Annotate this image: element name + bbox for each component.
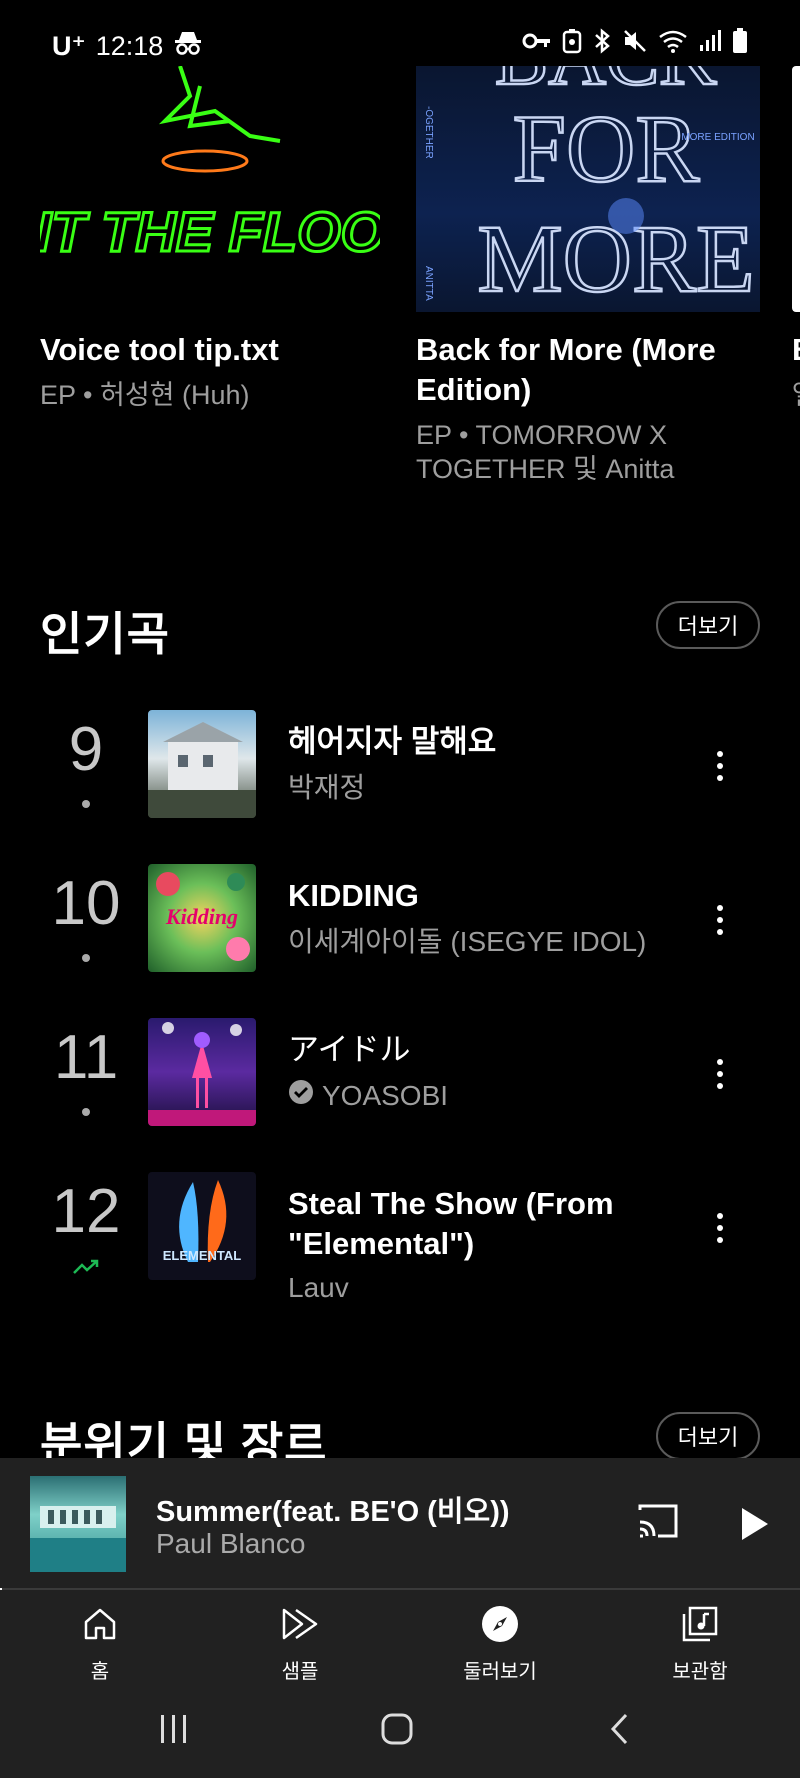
rank-number: 10	[51, 869, 121, 938]
library-icon	[680, 1604, 720, 1649]
song-title[interactable]: アイドル	[288, 1030, 668, 1070]
samples-icon	[280, 1604, 320, 1649]
system-navigation-bar	[0, 1692, 800, 1778]
album-subtitle: 앨	[792, 378, 800, 412]
bottom-navigation: 홈 샘플 둘러보기 보관함	[0, 1590, 800, 1692]
nav-item-samples[interactable]: 샘플	[230, 1604, 370, 1684]
more-options-icon[interactable]	[700, 1054, 740, 1094]
more-button-mood[interactable]: 더보기	[656, 1412, 760, 1460]
nav-label: 샘플	[281, 1661, 319, 1683]
status-bar: U⁺ 12:18	[0, 0, 800, 66]
song-thumbnail[interactable]: Kidding	[148, 864, 256, 972]
nav-item-explore[interactable]: 둘러보기	[430, 1604, 570, 1684]
song-title[interactable]: KIDDING	[288, 876, 668, 916]
more-options-icon[interactable]	[700, 1208, 740, 1248]
song-thumbnail[interactable]	[148, 710, 256, 818]
mute-icon	[622, 28, 648, 54]
trend-up-icon	[72, 1258, 100, 1281]
song-row[interactable]: 12 ELEMENTAL Steal The Show (From "Eleme…	[0, 1170, 800, 1303]
song-artist[interactable]: Lauv	[288, 1270, 349, 1306]
trend-same-icon	[82, 800, 90, 808]
battery-icon	[732, 28, 748, 54]
mini-player[interactable]: Summer(feat. BE'O (비오)) Paul Blanco	[0, 1458, 800, 1590]
nav-item-home[interactable]: 홈	[30, 1604, 170, 1684]
trend-same-icon	[82, 1108, 90, 1116]
album-title[interactable]: Voice tool tip.txt	[40, 330, 380, 370]
now-playing-thumbnail[interactable]	[30, 1476, 126, 1572]
album-art-voice-tool-tip[interactable]: HIT THE FLOOR	[40, 66, 380, 312]
play-icon[interactable]	[738, 1506, 772, 1547]
rank-number: 9	[68, 715, 104, 784]
album-title[interactable]: B	[792, 330, 800, 370]
song-artist[interactable]: 이세계아이돌 (ISEGYE IDOL)	[288, 924, 646, 960]
now-playing-artist[interactable]: Paul Blanco	[156, 1528, 305, 1560]
song12-art-text: ELEMENTAL	[163, 1248, 242, 1263]
rank-number: 11	[53, 1023, 119, 1092]
album2-art-line-2: FOR	[513, 95, 700, 202]
song-row[interactable]: 9 헤어지자 말해요 박재정	[0, 708, 800, 838]
trend-same-icon	[82, 954, 90, 962]
album-subtitle: EP • 허성현 (Huh)	[40, 380, 250, 410]
song-thumbnail[interactable]: ELEMENTAL	[148, 1172, 256, 1280]
status-right	[522, 28, 748, 54]
battery-saver-icon	[562, 28, 582, 54]
song-title[interactable]: 헤어지자 말해요	[288, 722, 668, 762]
album2-art-side-bottom: ANITTA	[423, 266, 434, 301]
song-row[interactable]: 11 アイドル YOASOBI	[0, 1016, 800, 1146]
album-title[interactable]: Back for More (More Edition)	[416, 330, 756, 410]
back-icon[interactable]	[608, 1712, 632, 1751]
nav-label: 보관함	[672, 1661, 728, 1683]
home-button-icon[interactable]	[380, 1712, 414, 1751]
album-subtitle: EP • TOMORROW X TOGETHER 및 Anitta	[416, 420, 675, 484]
verified-check-icon	[288, 1078, 314, 1114]
now-playing-title[interactable]: Summer(feat. BE'O (비오))	[156, 1488, 510, 1530]
clock: 12:18	[95, 30, 164, 61]
status-left: U⁺ 12:18	[52, 26, 203, 66]
explore-icon	[480, 1604, 520, 1649]
song-artist[interactable]: 박재정	[288, 770, 365, 806]
song-artist[interactable]: YOASOBI	[288, 1078, 448, 1114]
artist-name: 박재정	[288, 772, 366, 803]
more-options-icon[interactable]	[700, 746, 740, 786]
album-art-partial[interactable]	[792, 66, 800, 312]
artist-name: 이세계아이돌 (ISEGYE IDOL)	[288, 926, 647, 957]
song-row[interactable]: 10 Kidding KIDDING 이세계아이돌 (ISEGYE IDOL)	[0, 862, 800, 992]
nav-item-library[interactable]: 보관함	[630, 1604, 770, 1684]
album2-art-edition: MORE EDITION	[681, 132, 754, 143]
recent-apps-icon[interactable]	[158, 1712, 190, 1751]
screen: U⁺ 12:18 HIT THE FLOOR Voice	[0, 0, 800, 1778]
nav-label: 홈	[90, 1661, 110, 1683]
bluetooth-icon	[592, 28, 612, 54]
carrier-label: U⁺	[52, 30, 86, 61]
more-options-icon[interactable]	[700, 900, 740, 940]
album-carousel[interactable]: HIT THE FLOOR Voice tool tip.txt EP • 허성…	[0, 66, 800, 506]
more-button-popular[interactable]: 더보기	[656, 601, 760, 649]
song10-art-text: Kidding	[165, 904, 238, 929]
vpn-key-icon	[522, 31, 552, 51]
album2-art-side-top: -OGETHER	[423, 106, 434, 159]
artist-name: YOASOBI	[322, 1080, 449, 1111]
artist-name: Lauv	[288, 1272, 349, 1303]
nav-label: 둘러보기	[463, 1661, 537, 1683]
album-art-back-for-more[interactable]: BACK FOR MORE MORE EDITION -OGETHER ANIT…	[416, 66, 760, 312]
album1-art-text: HIT THE FLOOR	[40, 200, 380, 263]
song-thumbnail[interactable]	[148, 1018, 256, 1126]
song-title[interactable]: Steal The Show (From "Elemental")	[288, 1184, 668, 1264]
home-icon	[80, 1604, 120, 1649]
section-title-popular: 인기곡	[40, 608, 170, 660]
wifi-icon	[658, 29, 688, 53]
signal-icon	[698, 29, 722, 53]
incognito-icon	[173, 30, 203, 63]
rank-number: 12	[51, 1177, 121, 1246]
cast-icon[interactable]	[636, 1502, 680, 1547]
